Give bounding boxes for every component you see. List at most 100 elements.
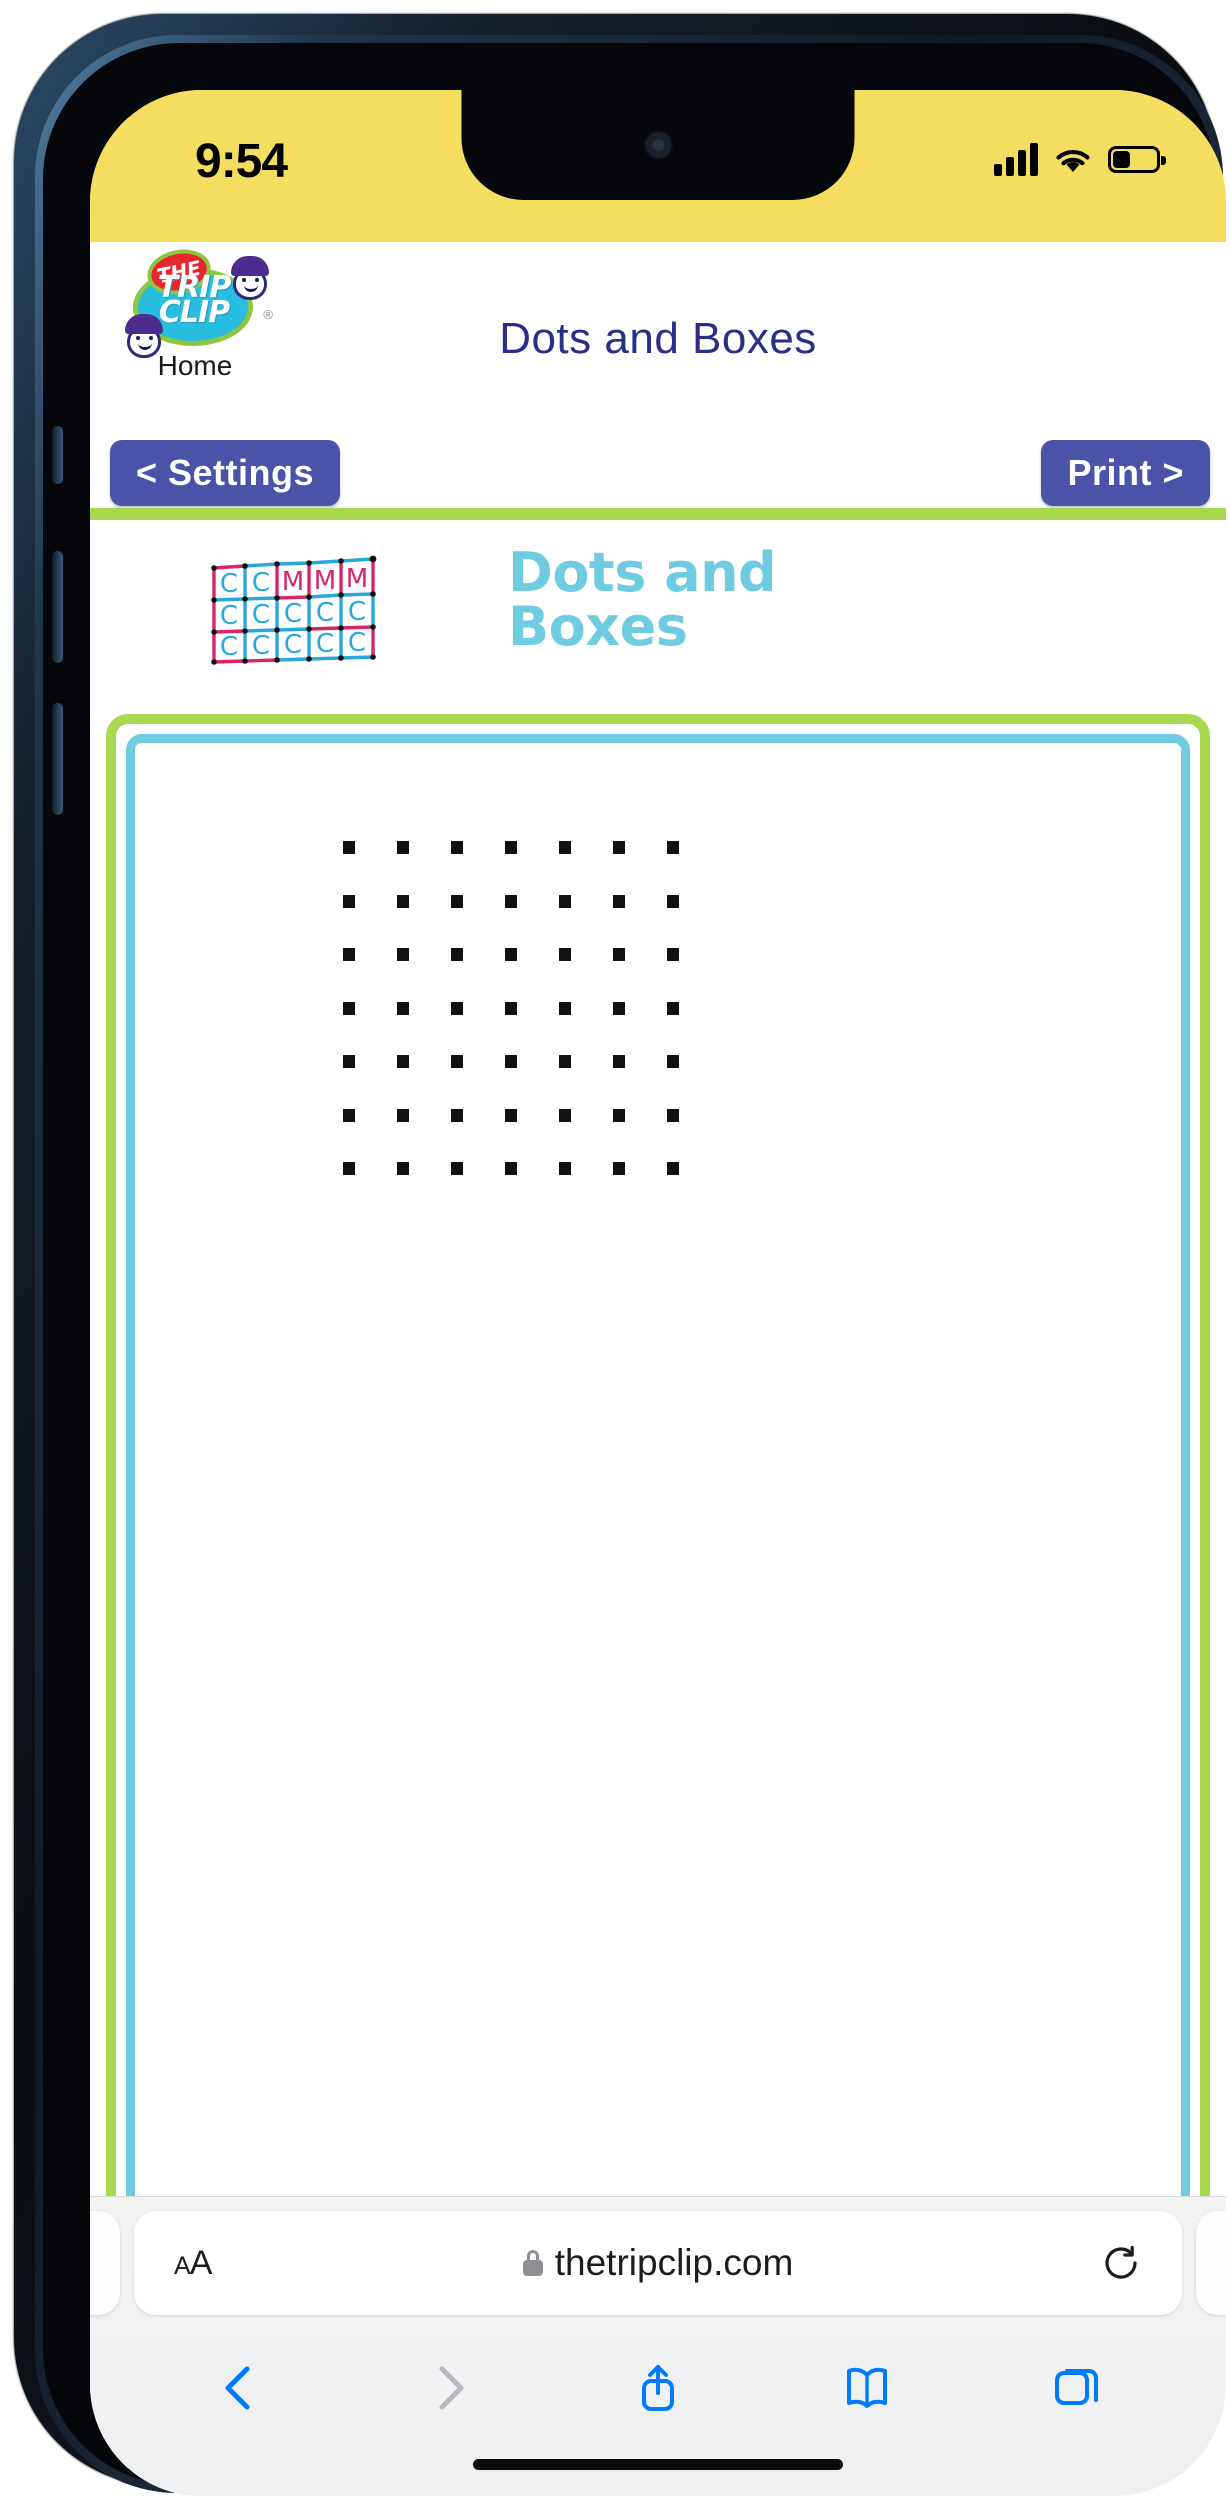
- grid-dot[interactable]: [559, 948, 571, 961]
- grid-dot[interactable]: [613, 894, 625, 908]
- reload-icon[interactable]: [1102, 2244, 1140, 2282]
- grid-dot[interactable]: [613, 1162, 625, 1175]
- svg-text:C: C: [316, 598, 334, 628]
- grid-dot[interactable]: [451, 1055, 463, 1068]
- url-text: thetripclip.com: [554, 2242, 794, 2283]
- grid-dot[interactable]: [667, 1162, 679, 1175]
- grid-dot[interactable]: [343, 894, 355, 908]
- status-indicators: [994, 142, 1166, 176]
- grid-dot[interactable]: [451, 894, 463, 908]
- page-title: Dots and Boxes: [499, 314, 817, 363]
- grid-dot[interactable]: [559, 1108, 571, 1122]
- grid-dot[interactable]: [559, 894, 571, 908]
- back-chevron-icon[interactable]: [213, 2359, 267, 2417]
- grid-dot[interactable]: [613, 1001, 625, 1015]
- adjacent-tab-right[interactable]: [1196, 2211, 1226, 2315]
- grid-dot[interactable]: [397, 894, 409, 908]
- grid-dot[interactable]: [613, 1055, 625, 1068]
- svg-text:C: C: [220, 632, 238, 662]
- grid-dot[interactable]: [343, 1001, 355, 1015]
- grid-dot[interactable]: [505, 948, 517, 961]
- safari-toolbar: [90, 2333, 1226, 2443]
- volume-down-button[interactable]: [52, 703, 63, 815]
- grid-dot[interactable]: [667, 948, 679, 961]
- screenshot-stage: 9:54 THE TRIP CLIP ® Home Dots and Boxes…: [0, 0, 1230, 2500]
- grid-dot[interactable]: [343, 948, 355, 961]
- phone-screen: 9:54 THE TRIP CLIP ® Home Dots and Boxes…: [90, 90, 1226, 2496]
- grid-dot[interactable]: [613, 1108, 625, 1122]
- grid-dot[interactable]: [451, 1162, 463, 1175]
- site-header: THE TRIP CLIP ® Home Dots and Boxes: [90, 242, 1226, 430]
- grid-dot[interactable]: [667, 894, 679, 908]
- svg-text:C: C: [220, 569, 238, 599]
- nav-bar: < Settings Print >: [90, 430, 1226, 520]
- grid-dot[interactable]: [397, 1001, 409, 1015]
- grid-dot[interactable]: [451, 841, 463, 854]
- tabs-icon[interactable]: [1049, 2359, 1103, 2417]
- url-display: thetripclip.com: [134, 2242, 1182, 2284]
- front-camera-icon: [643, 130, 673, 160]
- grid-dot[interactable]: [559, 1162, 571, 1175]
- svg-text:C: C: [252, 600, 270, 630]
- svg-text:C: C: [284, 630, 302, 660]
- grid-dot[interactable]: [451, 1001, 463, 1015]
- grid-dot[interactable]: [505, 1001, 517, 1015]
- svg-text:C: C: [284, 599, 302, 629]
- grid-dot[interactable]: [667, 1108, 679, 1122]
- svg-text:M: M: [314, 566, 336, 596]
- grid-dot[interactable]: [667, 1055, 679, 1068]
- status-time: 9:54: [195, 135, 288, 188]
- signal-bars-icon: [994, 142, 1038, 176]
- grid-dot[interactable]: [667, 841, 679, 854]
- grid-dot[interactable]: [613, 841, 625, 854]
- print-button[interactable]: Print >: [1041, 440, 1210, 506]
- address-bar[interactable]: AA thetripclip.com: [134, 2211, 1182, 2315]
- phone-frame: 9:54 THE TRIP CLIP ® Home Dots and Boxes…: [14, 14, 1226, 2496]
- grid-dot[interactable]: [505, 1055, 517, 1068]
- status-bar: 9:54: [90, 90, 1226, 242]
- safari-bottom-bar: AA thetripclip.com: [90, 2196, 1226, 2496]
- grid-dot[interactable]: [505, 841, 517, 854]
- mute-switch[interactable]: [52, 426, 63, 484]
- puzzle-title: Dots and Boxes: [508, 546, 908, 654]
- svg-text:C: C: [252, 631, 270, 661]
- grid-dot[interactable]: [559, 841, 571, 854]
- phone-body: 9:54 THE TRIP CLIP ® Home Dots and Boxes…: [43, 43, 1226, 2496]
- grid-dot[interactable]: [667, 1001, 679, 1015]
- grid-dot[interactable]: [397, 948, 409, 961]
- grid-dot[interactable]: [559, 1001, 571, 1015]
- svg-text:C: C: [220, 601, 238, 631]
- notch: [461, 90, 855, 200]
- puzzle-title-line-2: Boxes: [508, 595, 688, 658]
- grid-dot[interactable]: [451, 1108, 463, 1122]
- settings-button[interactable]: < Settings: [110, 440, 341, 506]
- grid-dot[interactable]: [559, 1055, 571, 1068]
- logo-kid-boy-icon: [229, 254, 273, 300]
- grid-dot[interactable]: [397, 1162, 409, 1175]
- svg-text:M: M: [346, 564, 368, 594]
- grid-dot[interactable]: [343, 841, 355, 854]
- wifi-icon: [1052, 142, 1094, 176]
- battery-icon: [1108, 145, 1166, 173]
- grid-dot[interactable]: [343, 1162, 355, 1175]
- bookmarks-book-icon[interactable]: [840, 2359, 894, 2417]
- svg-text:C: C: [348, 597, 366, 627]
- grid-dot[interactable]: [343, 1055, 355, 1068]
- grid-dot[interactable]: [343, 1108, 355, 1122]
- home-indicator[interactable]: [473, 2459, 843, 2470]
- forward-chevron-icon: [422, 2359, 476, 2417]
- safari-tab-strip: AA thetripclip.com: [90, 2211, 1226, 2319]
- adjacent-tab-left[interactable]: [90, 2211, 120, 2315]
- grid-dot[interactable]: [451, 948, 463, 961]
- svg-text:C: C: [316, 629, 334, 659]
- grid-dot[interactable]: [505, 894, 517, 908]
- share-icon[interactable]: [631, 2359, 685, 2417]
- grid-dot[interactable]: [397, 1108, 409, 1122]
- grid-dot[interactable]: [505, 1108, 517, 1122]
- grid-dot[interactable]: [397, 841, 409, 854]
- grid-dot[interactable]: [505, 1162, 517, 1175]
- puzzle-heading: C C M M M C C C C C C C C C C Dots and B…: [90, 518, 1226, 678]
- grid-dot[interactable]: [613, 948, 625, 961]
- volume-up-button[interactable]: [52, 551, 63, 663]
- grid-dot[interactable]: [397, 1055, 409, 1068]
